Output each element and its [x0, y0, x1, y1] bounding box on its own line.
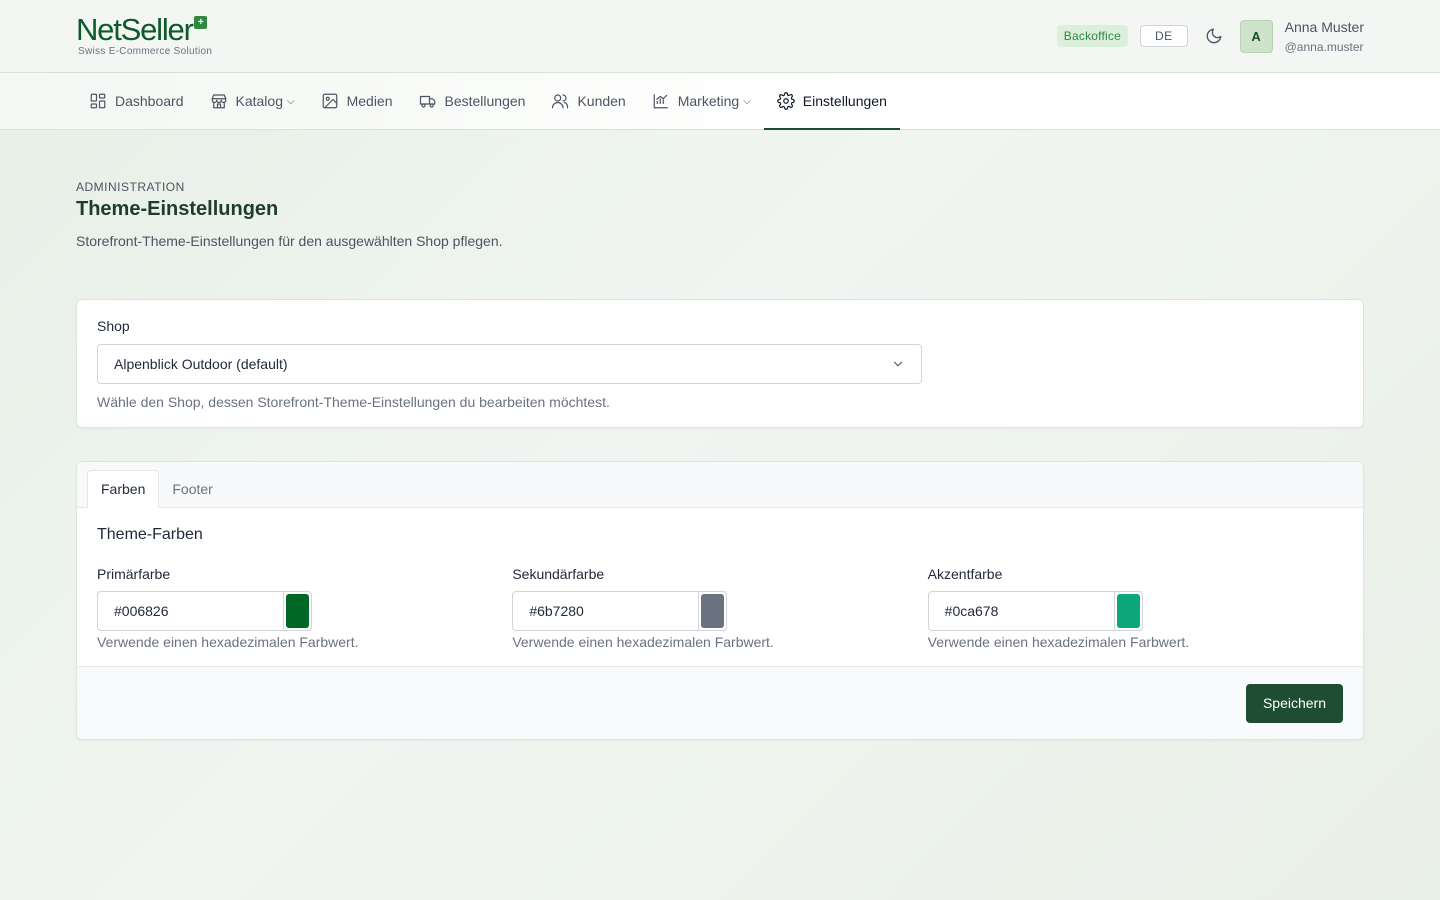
secondary-color-field: Sekundärfarbe #6b7280 Verwende einen hex…	[512, 566, 927, 650]
chevron-down-icon	[893, 361, 903, 367]
accent-color-field: Akzentfarbe #0ca678 Verwende einen hexad…	[927, 566, 1343, 650]
nav-label-bestellungen: Bestellungen	[444, 93, 526, 109]
breadcrumb: ADMINISTRATION	[76, 180, 185, 194]
accent-color-input[interactable]: #0ca678	[927, 591, 1114, 631]
secondary-color-help: Verwende einen hexadezimalen Farbwert.	[512, 634, 774, 650]
header-actions: Backoffice DE A Anna Muster @anna.muster	[1056, 19, 1364, 54]
user-info[interactable]: Anna Muster @anna.muster	[1285, 19, 1364, 54]
card-footer: Speichern	[77, 666, 1363, 739]
nav-label-einstellungen: Einstellungen	[802, 93, 887, 109]
page-description: Storefront-Theme-Einstellungen für den a…	[76, 233, 503, 249]
accent-color-label: Akzentfarbe	[927, 566, 1003, 582]
dark-mode-toggle[interactable]	[1202, 24, 1226, 48]
nav-label-dashboard: Dashboard	[115, 93, 184, 109]
tab-farben[interactable]: Farben	[87, 470, 160, 508]
secondary-color-input[interactable]: #6b7280	[512, 591, 699, 631]
theme-settings-card: Farben Footer Theme-Farben Primärfarbe #…	[76, 461, 1364, 740]
nav-item-katalog[interactable]: Katalog ⌵	[197, 73, 308, 129]
primary-color-help: Verwende einen hexadezimalen Farbwert.	[97, 634, 359, 650]
users-icon	[552, 94, 569, 109]
gear-icon	[777, 92, 795, 110]
page-title: Theme-Einstellungen	[76, 198, 279, 220]
save-button[interactable]: Speichern	[1245, 683, 1343, 723]
dashboard-icon	[90, 93, 106, 109]
nav-label-marketing: Marketing	[677, 93, 740, 109]
shop-select[interactable]: Alpenblick Outdoor (default)	[97, 344, 922, 384]
shop-label: Shop	[97, 318, 130, 334]
chevron-down-icon: ⌵	[743, 95, 751, 107]
shop-selector-card: Shop Alpenblick Outdoor (default) Wähle …	[76, 299, 1364, 428]
nav-item-einstellungen[interactable]: Einstellungen	[763, 73, 900, 130]
accent-color-picker[interactable]	[1113, 591, 1143, 631]
image-icon	[322, 93, 337, 109]
secondary-color-label: Sekundärfarbe	[512, 566, 605, 582]
logo-wordmark: Net Seller +	[76, 12, 212, 47]
nav-label-katalog: Katalog	[235, 93, 283, 109]
nav-item-marketing[interactable]: Marketing ⌵	[639, 73, 764, 129]
nav-item-kunden[interactable]: Kunden	[538, 73, 638, 129]
page-content: ADMINISTRATION Theme-Einstellungen Store…	[0, 130, 1440, 740]
moon-icon	[1206, 28, 1222, 44]
primary-color-label: Primärfarbe	[97, 566, 171, 582]
main-nav: Dashboard Katalog ⌵ Medien Bestellungen …	[0, 73, 1440, 130]
tab-footer[interactable]: Footer	[159, 470, 225, 508]
tab-panel-farben: Theme-Farben Primärfarbe #006826 Verwend…	[77, 508, 1363, 666]
tab-bar: Farben Footer	[77, 462, 1363, 508]
logo-seller-text: Seller	[120, 12, 194, 47]
nav-label-kunden: Kunden	[577, 93, 626, 109]
avatar[interactable]: A	[1239, 19, 1273, 53]
netseller-logo[interactable]: Net Seller + Swiss E-Commerce Solution	[76, 12, 213, 57]
primary-color-swatch	[286, 594, 309, 628]
shop-select-value: Alpenblick Outdoor (default)	[114, 356, 288, 372]
top-header: Net Seller + Swiss E-Commerce Solution Ba…	[0, 0, 1440, 73]
nav-item-bestellungen[interactable]: Bestellungen	[406, 73, 539, 129]
user-handle: @anna.muster	[1284, 39, 1364, 54]
primary-color-field: Primärfarbe #006826 Verwende einen hexad…	[97, 566, 512, 650]
backoffice-badge: Backoffice	[1056, 25, 1128, 47]
secondary-color-picker[interactable]	[698, 591, 728, 631]
truck-icon	[419, 95, 435, 108]
nav-label-medien: Medien	[346, 93, 393, 109]
leaf-icon: +	[193, 16, 207, 29]
logo-net-text: Net	[76, 12, 122, 47]
accent-color-swatch	[1116, 594, 1140, 628]
logo-subtitle: Swiss E-Commerce Solution	[78, 46, 213, 57]
section-title: Theme-Farben	[97, 526, 203, 543]
primary-color-input[interactable]: #006826	[97, 591, 283, 631]
shop-help-text: Wähle den Shop, dessen Storefront-Theme-…	[97, 394, 610, 410]
accent-color-help: Verwende einen hexadezimalen Farbwert.	[927, 634, 1190, 650]
nav-item-dashboard[interactable]: Dashboard	[76, 73, 197, 129]
store-icon	[211, 94, 226, 109]
language-switcher[interactable]: DE	[1139, 25, 1188, 47]
user-name: Anna Muster	[1284, 18, 1364, 35]
secondary-color-swatch	[701, 594, 725, 628]
color-fields: Primärfarbe #006826 Verwende einen hexad…	[97, 566, 1343, 650]
nav-item-medien[interactable]: Medien	[308, 73, 406, 129]
chart-icon	[653, 94, 668, 109]
chevron-down-icon: ⌵	[286, 95, 295, 107]
primary-color-picker[interactable]	[283, 591, 312, 631]
